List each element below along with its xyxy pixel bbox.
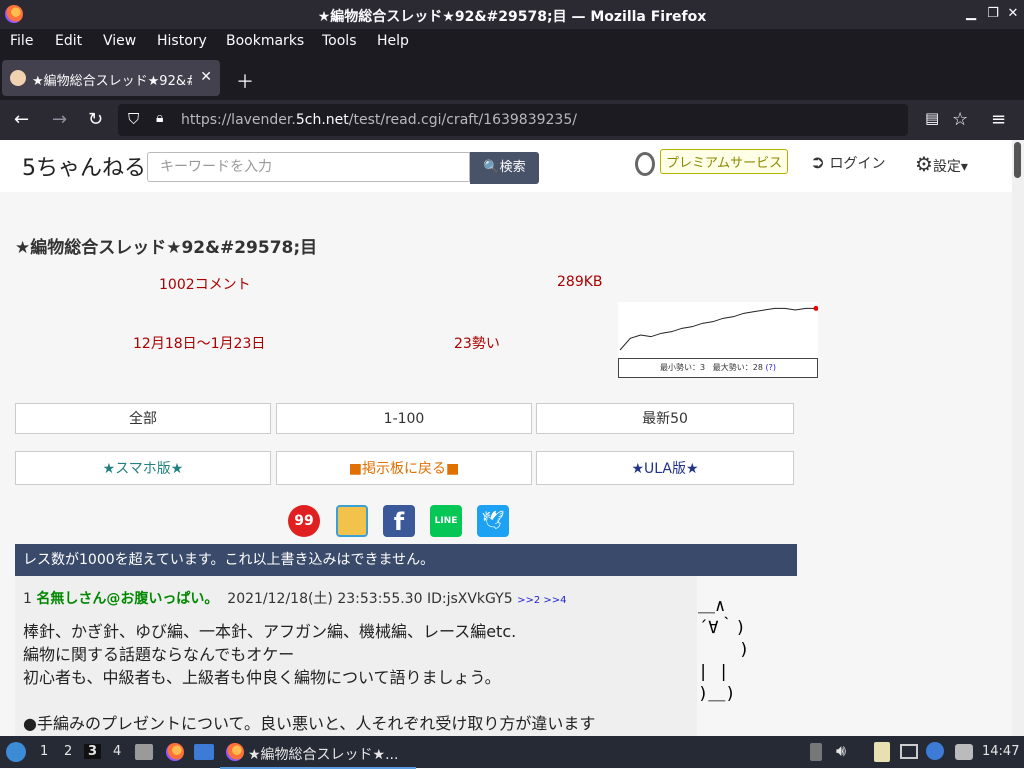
login-label: ログイン [829,156,886,172]
post-number: 1 [23,591,32,607]
network-icon[interactable] [900,744,918,759]
post-date: 2021/12/18(土) 23:53:55.30 ID:jsXVkGY5 [227,591,513,607]
file-manager-icon[interactable] [135,744,153,760]
post-reply-anchors[interactable]: >>2 >>4 [517,595,566,606]
new-tab-icon[interactable]: ＋ [236,68,254,94]
menu-tools[interactable]: Tools [322,33,357,49]
share-matome-icon[interactable] [336,505,368,537]
volume-icon[interactable]: 🔊︎ [836,741,846,761]
close-tab-icon[interactable]: ✕ [200,69,212,85]
taskbar-firefox-window[interactable]: ★編物総合スレッド★... [220,737,416,769]
menu-bookmarks[interactable]: Bookmarks [226,33,304,49]
ula-version-button[interactable]: ★ULA版★ [536,451,794,485]
bookmark-star-icon[interactable]: ☆ [952,109,968,130]
thread-title: ★編物総合スレッド★92&#29578;目 [15,238,318,258]
clipboard-icon[interactable] [810,743,822,761]
graph-min: 最小勢い：3 [660,363,706,372]
menu-edit[interactable]: Edit [55,33,82,49]
all-posts-button[interactable]: 全部 [15,403,271,434]
menu-history[interactable]: History [157,33,207,49]
site-logo[interactable]: 5ちゃんねる [22,150,146,182]
badge-icon [635,152,655,176]
post-author: 名無しさん@お腹いっぱい。 [36,591,219,607]
share-99-icon[interactable]: 99 [288,505,320,537]
maximize-icon[interactable]: ❐ [984,5,1002,23]
line-icon[interactable]: LINE [430,505,462,537]
notes-icon[interactable] [874,742,890,762]
minimize-icon[interactable]: ▁ [962,5,980,23]
notification-icon[interactable] [926,742,944,760]
search-button[interactable]: 🔍検索 [470,152,539,184]
settings-label: 設定▾ [932,159,968,175]
window-titlebar: ★編物総合スレッド★92&#29578;目 — Mozilla Firefox … [0,0,1024,29]
tab-strip: ★編物総合スレッド★92&# ✕ ＋ [0,56,1024,100]
clock: 14:47 [982,744,1020,759]
ascii-art: ＿∧ ´∀｀) ) | | )＿) [698,596,750,704]
login-button[interactable]: ➲ ログイン [810,152,886,173]
login-icon: ➲ [810,152,826,173]
back-to-board-button[interactable]: ■掲示板に戻る■ [276,451,532,485]
page-scrollbar[interactable] [1012,140,1024,736]
thread-momentum: 23勢い [454,336,500,352]
shield-icon[interactable]: ⛉ [128,110,139,128]
thread-period: 12月18日〜1月23日 [133,336,266,352]
settings-button[interactable]: ⚙設定▾ [915,152,968,176]
premium-button[interactable]: プレミアムサービス [660,149,789,174]
taskbar: 1 2 3 4 ★編物総合スレッド★... 🔊︎ 14:47 [0,736,1024,769]
task-title: ★編物総合スレッド★... [248,747,399,763]
tab-title: ★編物総合スレッド★92&# [32,74,192,89]
facebook-icon[interactable]: f [383,505,415,537]
menu-view[interactable]: View [103,33,136,49]
firefox-task-icon [226,743,244,761]
post-header: 1 名無しさん@お腹いっぱい。 2021/12/18(土) 23:53:55.3… [23,588,567,608]
scrollbar-thumb[interactable] [1014,142,1021,178]
close-icon[interactable]: ✕ [1004,5,1022,23]
workspace-4[interactable]: 4 [113,744,121,759]
gear-icon: ⚙ [915,152,933,176]
start-menu-icon[interactable] [6,742,26,762]
workspace-3[interactable]: 3 [84,744,102,759]
workspace-1[interactable]: 1 [40,744,48,759]
post-limit-notice: レス数が1000を超えています。これ以上書き込みはできません。 [15,544,797,576]
range-posts-button[interactable]: 1-100 [276,403,532,434]
app-menu-icon[interactable]: ≡ [991,109,1006,130]
graph-legend: 最小勢い：3 最大勢い：28 (?) [618,358,818,378]
site-header: 5ちゃんねる キーワードを入力 🔍検索 プレミアムサービス ➲ ログイン ⚙設定… [0,140,1012,192]
back-icon[interactable]: ← [14,109,29,130]
reader-view-icon[interactable]: ▤ [925,109,939,127]
thread-size: 289KB [557,274,603,290]
graph-help-link[interactable]: (?) [765,363,776,372]
smartphone-version-button[interactable]: ★スマホ版★ [15,451,271,485]
browser-tab[interactable]: ★編物総合スレッド★92&# ✕ [2,60,220,96]
favicon-icon [10,70,26,86]
updates-icon[interactable] [955,744,973,760]
workspace-2[interactable]: 2 [64,744,72,759]
social-share-bar: 99 f LINE 🕊︎ [288,505,518,539]
menu-help[interactable]: Help [377,33,409,49]
page-content: 5ちゃんねる キーワードを入力 🔍検索 プレミアムサービス ➲ ログイン ⚙設定… [0,140,1012,736]
navigation-bar: ← → ↻ ⛉ 🔒︎ https://lavender.5ch.net/test… [0,100,1024,140]
post-body: 棒針、かぎ針、ゆび編、一本針、アフガン編、機械編、レース編etc. 編物に関する… [23,622,596,733]
url-text[interactable]: https://lavender.5ch.net/test/read.cgi/c… [181,112,577,128]
desktop-icon[interactable] [194,744,214,760]
firefox-launcher-icon[interactable] [166,743,184,761]
graph-max: 最大勢い：28 [712,363,763,372]
search-input[interactable]: キーワードを入力 [147,152,470,182]
twitter-icon[interactable]: 🕊︎ [477,505,509,537]
comment-count: 1002コメント [159,277,251,293]
menu-file[interactable]: File [10,33,33,49]
lock-icon[interactable]: 🔒︎ [156,110,163,126]
latest-posts-button[interactable]: 最新50 [536,403,794,434]
forward-icon[interactable]: → [52,109,67,130]
reload-icon[interactable]: ↻ [88,109,103,130]
menu-bar: File Edit View History Bookmarks Tools H… [0,29,1024,56]
post-item: 1 名無しさん@お腹いっぱい。 2021/12/18(土) 23:53:55.3… [15,576,697,736]
url-bar[interactable]: ⛉ 🔒︎ https://lavender.5ch.net/test/read.… [118,104,908,136]
window-title: ★編物総合スレッド★92&#29578;目 — Mozilla Firefox [317,9,707,25]
